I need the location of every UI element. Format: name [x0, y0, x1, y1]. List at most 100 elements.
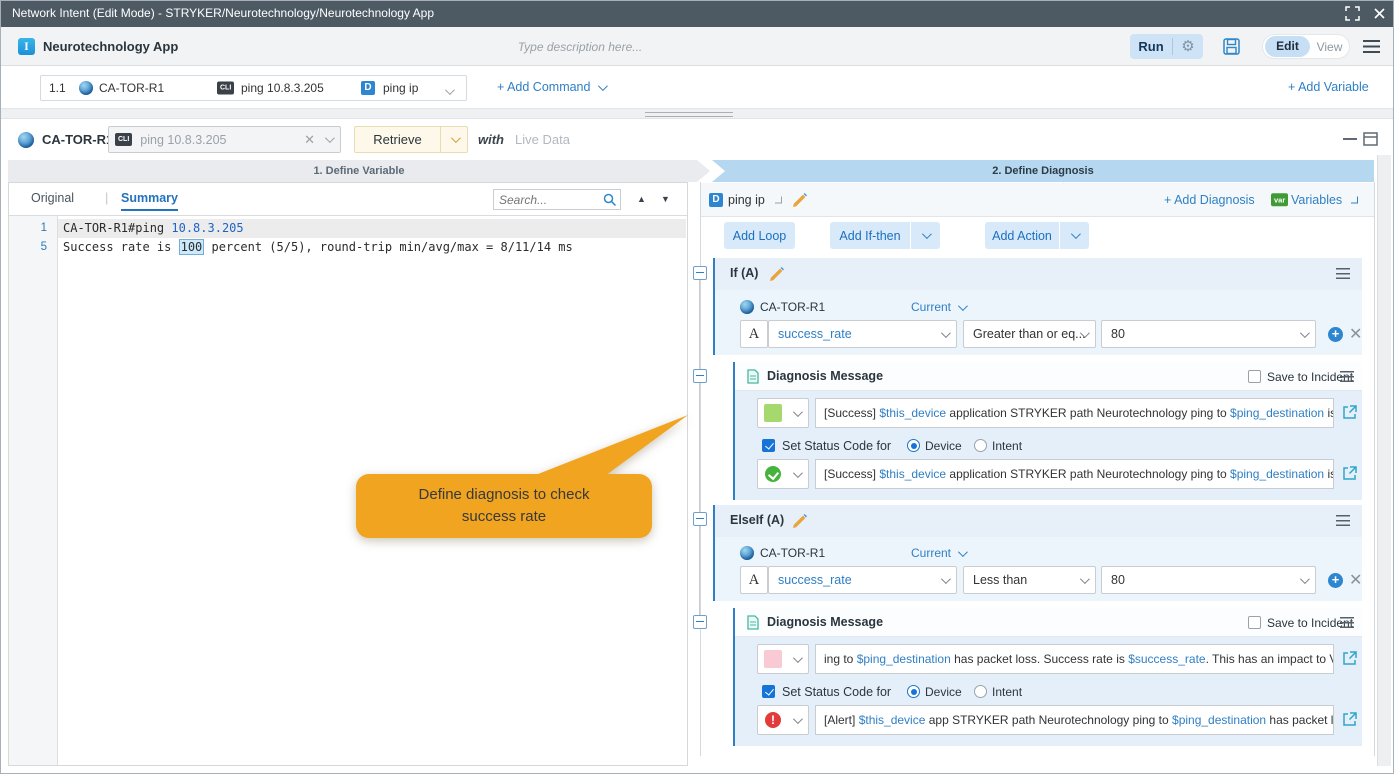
radio-device[interactable]: [907, 439, 920, 452]
expand-message-icon[interactable]: [1342, 712, 1357, 727]
status-color-select[interactable]: [757, 398, 809, 428]
collapse-message1-icon[interactable]: [693, 369, 707, 383]
search-prev-icon[interactable]: ▲: [637, 194, 646, 204]
chevron-down-icon[interactable]: [445, 85, 455, 95]
diagnosis-message-input[interactable]: ing to $ping_destination has packet loss…: [815, 644, 1334, 674]
radio-intent[interactable]: [974, 685, 987, 698]
chevron-down-icon[interactable]: [775, 196, 782, 203]
add-ifthen-button[interactable]: Add If-then: [830, 222, 910, 249]
run-settings-gear-icon[interactable]: ⚙: [1173, 34, 1203, 59]
edit-pencil-icon[interactable]: [793, 193, 807, 207]
value-select[interactable]: 80: [1101, 320, 1316, 348]
add-action-dropdown[interactable]: [1060, 222, 1089, 249]
chevron-down-icon[interactable]: [958, 547, 968, 557]
chevron-down-icon[interactable]: [1351, 196, 1358, 203]
description-input[interactable]: [440, 36, 720, 57]
expand-message-icon[interactable]: [1342, 405, 1357, 420]
expand-message-icon[interactable]: [1342, 466, 1357, 481]
success-color-swatch: [764, 404, 782, 422]
search-next-icon[interactable]: ▼: [661, 194, 670, 204]
command-card[interactable]: 1.1 CA-TOR-R1 CLI ping 10.8.3.205 D ping…: [40, 75, 467, 101]
edit-pencil-icon[interactable]: [793, 514, 807, 528]
operator-select[interactable]: Less than: [963, 566, 1096, 594]
title-bar: Network Intent (Edit Mode) - STRYKER/Neu…: [0, 0, 1394, 27]
toggle-edit[interactable]: Edit: [1265, 36, 1310, 57]
set-status-label: Set Status Code for: [782, 439, 891, 453]
remove-condition-icon[interactable]: ✕: [1349, 327, 1362, 342]
add-command-button[interactable]: + Add Command: [497, 80, 605, 94]
status-code-select[interactable]: [757, 459, 809, 489]
chevron-down-icon[interactable]: [958, 301, 968, 311]
highlighted-ip[interactable]: 10.8.3.205: [171, 221, 243, 235]
save-to-incident-checkbox[interactable]: [1248, 616, 1261, 629]
remove-condition-icon[interactable]: ✕: [1349, 573, 1362, 588]
block-menu-icon[interactable]: [1336, 515, 1350, 526]
toggle-view[interactable]: View: [1310, 40, 1349, 54]
retrieve-dropdown[interactable]: [440, 127, 467, 152]
block-menu-icon[interactable]: [1340, 371, 1354, 382]
condition-device: CA-TOR-R1: [760, 546, 825, 560]
restore-layout-icon[interactable]: [1363, 132, 1378, 146]
chevron-down-icon[interactable]: [325, 133, 335, 143]
search-icon[interactable]: [603, 193, 617, 207]
operator-select[interactable]: Greater than or eq...: [963, 320, 1096, 348]
collapse-message2-icon[interactable]: [693, 615, 707, 629]
variable-select[interactable]: success_rate: [768, 320, 957, 348]
scope-dropdown[interactable]: Current: [911, 300, 951, 314]
add-condition-icon[interactable]: +: [1328, 573, 1343, 588]
minimize-icon[interactable]: [1343, 138, 1357, 140]
collapse-if-icon[interactable]: [693, 266, 707, 280]
status-message-input[interactable]: [Success] $this_device application STRYK…: [815, 459, 1334, 489]
code-line-2[interactable]: Success rate is 100 percent (5/5), round…: [58, 238, 686, 257]
add-condition-icon[interactable]: +: [1328, 327, 1343, 342]
command-input[interactable]: CLI ping 10.8.3.205 ✕: [108, 126, 341, 153]
tab-summary[interactable]: Summary: [121, 191, 178, 211]
variables-button[interactable]: Variables: [1291, 193, 1342, 207]
message-title: Diagnosis Message: [767, 615, 883, 629]
radio-device[interactable]: [907, 685, 920, 698]
command-row: 1.1 CA-TOR-R1 CLI ping 10.8.3.205 D ping…: [0, 66, 1394, 108]
status-color-select[interactable]: [757, 644, 809, 674]
parser-badge: D: [361, 81, 375, 95]
set-status-checkbox[interactable]: [762, 685, 775, 698]
variable-select[interactable]: success_rate: [768, 566, 957, 594]
diagnosis-message-block-1: Diagnosis Message Save to Incident [Succ…: [733, 362, 1362, 500]
scope-dropdown[interactable]: Current: [911, 546, 951, 560]
tab-original[interactable]: Original: [31, 191, 74, 205]
add-ifthen-dropdown[interactable]: [911, 222, 940, 249]
save-icon[interactable]: [1223, 38, 1241, 55]
status-code-select[interactable]: !: [757, 705, 809, 735]
save-to-incident-checkbox[interactable]: [1248, 370, 1261, 383]
app-title: Neurotechnology App: [43, 39, 178, 54]
value-select[interactable]: 80: [1101, 566, 1316, 594]
block-menu-icon[interactable]: [1340, 617, 1354, 628]
diagnosis-toolbar: D ping ip + Add Diagnosis var Variables: [701, 183, 1374, 217]
retrieve-button[interactable]: Retrieve: [355, 132, 440, 147]
block-menu-icon[interactable]: [1336, 268, 1350, 279]
expand-message-icon[interactable]: [1342, 651, 1357, 666]
search-input[interactable]: [499, 190, 597, 209]
clear-icon[interactable]: ✕: [304, 132, 315, 148]
diagnosis-message-block-2: Diagnosis Message Save to Incident ing t…: [733, 608, 1362, 746]
horizontal-splitter[interactable]: [0, 108, 1394, 119]
radio-intent-label: Intent: [992, 439, 1022, 453]
code-line-1[interactable]: CA-TOR-R1#ping 10.8.3.205: [58, 219, 686, 238]
close-icon[interactable]: [1372, 6, 1387, 21]
splitter-grip[interactable]: [645, 112, 733, 117]
run-button[interactable]: Run: [1130, 39, 1172, 54]
fullscreen-icon[interactable]: [1345, 6, 1360, 21]
run-button-group[interactable]: Run ⚙: [1130, 34, 1203, 59]
edit-pencil-icon[interactable]: [770, 267, 784, 281]
add-action-button[interactable]: Add Action: [985, 222, 1059, 249]
add-variable-button[interactable]: + Add Variable: [1288, 80, 1369, 94]
set-status-checkbox[interactable]: [762, 439, 775, 452]
scrollbar-track[interactable]: [1377, 155, 1391, 766]
status-message-input[interactable]: [Alert] $this_device app STRYKER path Ne…: [815, 705, 1334, 735]
selected-variable-value[interactable]: 100: [179, 239, 205, 255]
add-diagnosis-button[interactable]: + Add Diagnosis: [1164, 193, 1255, 207]
menu-icon[interactable]: [1363, 40, 1380, 53]
radio-intent[interactable]: [974, 439, 987, 452]
diagnosis-message-input[interactable]: [Success] $this_device application STRYK…: [815, 398, 1334, 428]
search-box[interactable]: [493, 189, 621, 210]
add-loop-button[interactable]: Add Loop: [724, 222, 795, 249]
